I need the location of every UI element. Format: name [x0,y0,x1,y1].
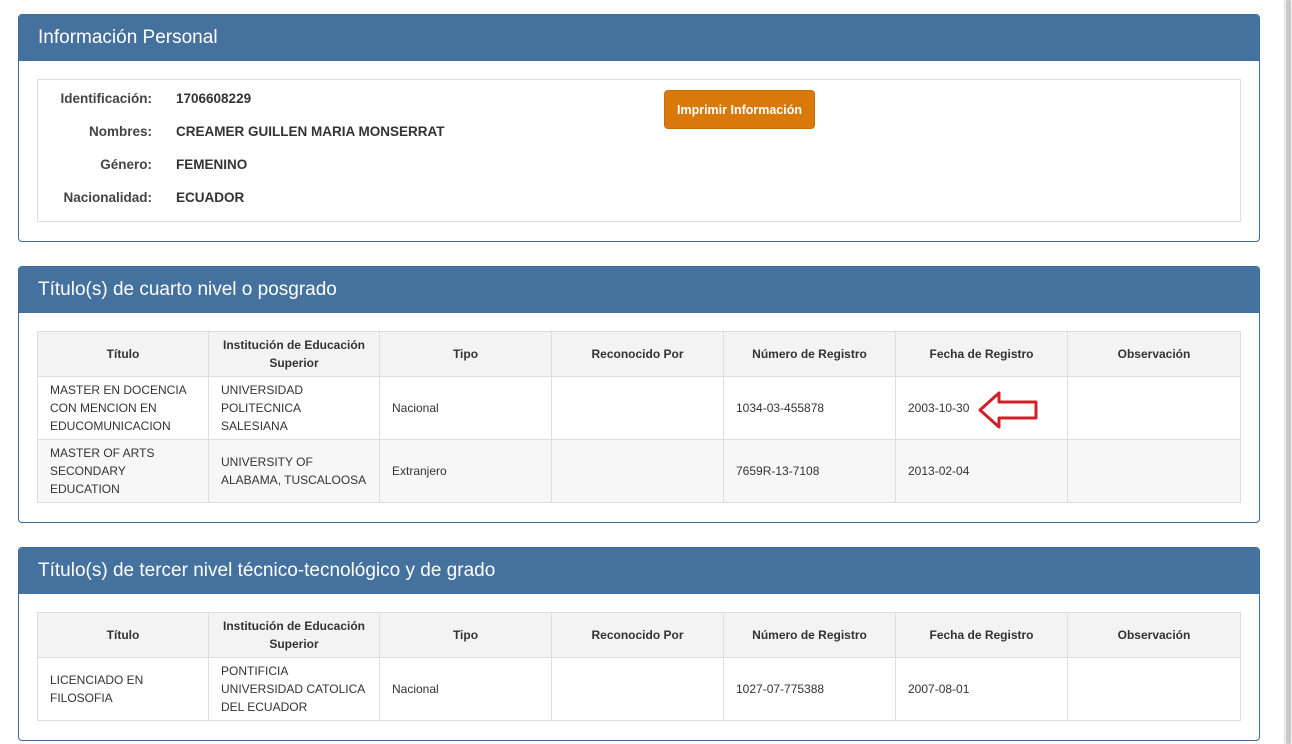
col-header-titulo: Título [37,331,209,377]
table-header-row: Título Institución de Educación Superior… [37,612,1241,658]
cell-reconocido [551,657,724,721]
field-label: Nacionalidad: [63,190,152,205]
cell-titulo: MASTER EN DOCENCIA CON MENCION EN EDUCOM… [37,376,209,440]
cell-institucion: PONTIFICIA UNIVERSIDAD CATOLICA DEL ECUA… [208,657,380,721]
table-row: MASTER EN DOCENCIA CON MENCION EN EDUCOM… [37,376,1241,440]
third-level-heading: Título(s) de tercer nivel técnico-tecnol… [19,548,1259,594]
col-header-observacion: Observación [1067,612,1241,658]
fourth-level-table: Título Institución de Educación Superior… [37,331,1241,503]
cell-observacion [1067,376,1241,440]
col-header-fecha: Fecha de Registro [895,331,1068,377]
cell-registro: 7659R-13-7108 [723,439,896,503]
col-header-registro: Número de Registro [723,331,896,377]
field-label: Identificación: [60,91,152,106]
table-header-row: Título Institución de Educación Superior… [37,331,1241,377]
col-header-registro: Número de Registro [723,612,896,658]
table-row: MASTER OF ARTS SECONDARY EDUCATION UNIVE… [37,439,1241,503]
field-value: FEMENINO [176,157,248,172]
cell-reconocido [551,376,724,440]
cell-tipo: Nacional [379,657,552,721]
col-header-fecha: Fecha de Registro [895,612,1068,658]
col-header-observacion: Observación [1067,331,1241,377]
cell-registro: 1027-07-775388 [723,657,896,721]
col-header-reconocido: Reconocido Por [551,331,724,377]
third-level-table: Título Institución de Educación Superior… [37,612,1241,721]
cell-registro: 1034-03-455878 [723,376,896,440]
personal-info-panel: Información Personal Identificación: 170… [18,14,1260,242]
field-value: ECUADOR [176,190,245,205]
field-value: CREAMER GUILLEN MARIA MONSERRAT [176,124,445,139]
cell-reconocido [551,439,724,503]
cell-tipo: Nacional [379,376,552,440]
cell-observacion [1067,439,1241,503]
table-row: LICENCIADO EN FILOSOFIA PONTIFICIA UNIVE… [37,657,1241,721]
cell-tipo: Extranjero [379,439,552,503]
third-level-panel: Título(s) de tercer nivel técnico-tecnol… [18,547,1260,741]
col-header-titulo: Título [37,612,209,658]
col-header-reconocido: Reconocido Por [551,612,724,658]
cell-institucion: UNIVERSITY OF ALABAMA, TUSCALOOSA [208,439,380,503]
col-header-institucion: Institución de Educación Superior [208,612,380,658]
col-header-tipo: Tipo [379,612,552,658]
print-info-button[interactable]: Imprimir Información [664,90,815,129]
personal-info-heading: Información Personal [19,15,1259,61]
personal-info-box: Identificación: 1706608229 Nombres: CREA… [37,79,1241,222]
cell-institucion: UNIVERSIDAD POLITECNICA SALESIANA [208,376,380,440]
page-scrollbar[interactable] [1284,0,1292,744]
col-header-tipo: Tipo [379,331,552,377]
cell-titulo: MASTER OF ARTS SECONDARY EDUCATION [37,439,209,503]
page-scrollbar-thumb[interactable] [1286,0,1291,744]
cell-fecha: 2007-08-01 [895,657,1068,721]
field-label: Nombres: [88,124,152,139]
col-header-institucion: Institución de Educación Superior [208,331,380,377]
red-arrow-left-icon [978,391,1038,429]
field-value: 1706608229 [176,91,252,106]
cell-titulo: LICENCIADO EN FILOSOFIA [37,657,209,721]
fourth-level-heading: Título(s) de cuarto nivel o posgrado [19,267,1259,313]
field-label: Género: [100,157,152,172]
cell-observacion [1067,657,1241,721]
cell-fecha: 2013-02-04 [895,439,1068,503]
fourth-level-panel: Título(s) de cuarto nivel o posgrado Tít… [18,266,1260,523]
